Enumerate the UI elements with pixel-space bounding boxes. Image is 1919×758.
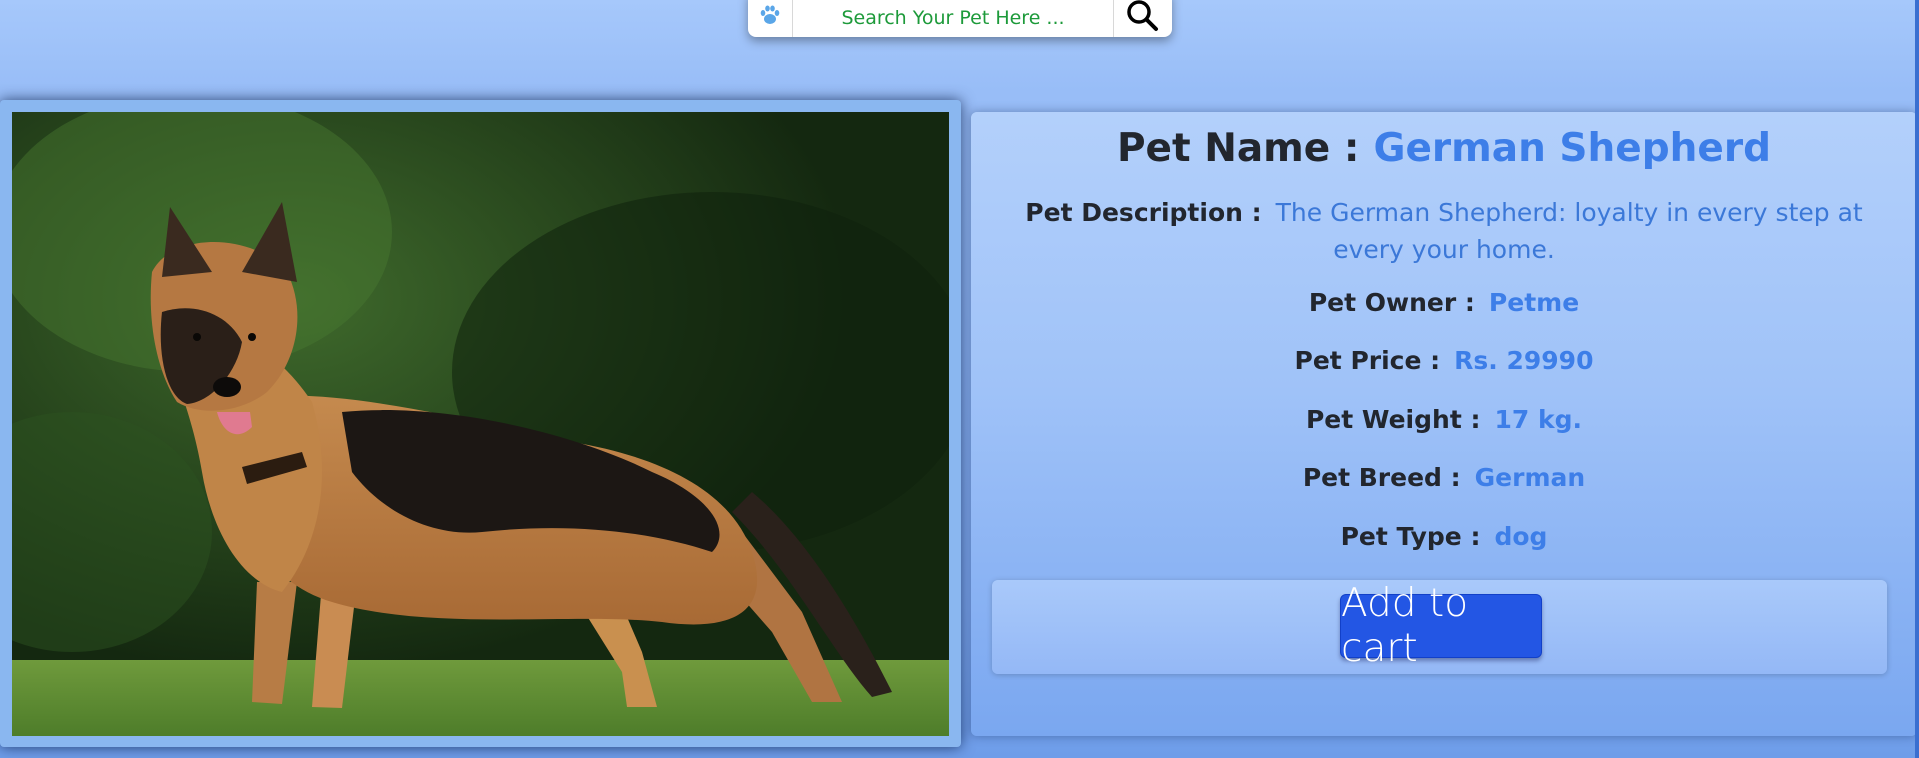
pet-name-value: German Shepherd <box>1373 126 1772 171</box>
pet-weight-label: Pet Weight : <box>1305 405 1481 434</box>
pet-breed-row: Pet Breed : German <box>971 463 1917 492</box>
search-input[interactable] <box>792 0 1114 37</box>
pet-breed-value: German <box>1474 463 1586 492</box>
pet-name-row: Pet Name : German Shepherd <box>971 126 1917 171</box>
pet-owner-row: Pet Owner : Petme <box>971 288 1917 317</box>
pet-owner-label: Pet Owner : <box>1308 288 1475 317</box>
pet-weight-value: 17 kg. <box>1494 405 1582 434</box>
pet-description-value: The German Shepherd: loyalty in every st… <box>1275 198 1863 264</box>
pet-price-row: Pet Price : Rs. 29990 <box>971 346 1917 375</box>
pet-breed-label: Pet Breed : <box>1302 463 1461 492</box>
cart-panel: Add to cart <box>992 580 1887 674</box>
pet-description-label: Pet Description : <box>1025 198 1262 227</box>
pet-type-row: Pet Type : dog <box>971 522 1917 551</box>
pet-owner-value: Petme <box>1488 288 1580 317</box>
search-icon <box>1127 0 1158 31</box>
paw-icon <box>748 0 792 37</box>
add-to-cart-button[interactable]: Add to cart <box>1340 581 1542 671</box>
pet-photo-card <box>0 100 961 747</box>
search-bar <box>748 0 1172 37</box>
pet-details-card: Pet Name : German Shepherd Pet Descriptio… <box>971 112 1917 736</box>
pet-photo <box>12 112 949 736</box>
pet-type-label: Pet Type : <box>1340 522 1481 551</box>
search-button[interactable] <box>1114 0 1170 37</box>
pet-price-value: Rs. 29990 <box>1454 346 1594 375</box>
pet-type-value: dog <box>1494 522 1548 551</box>
pet-price-label: Pet Price : <box>1294 346 1441 375</box>
pet-weight-row: Pet Weight : 17 kg. <box>971 405 1917 434</box>
pet-description-row: Pet Description : The German Shepherd: lo… <box>971 194 1917 268</box>
pet-name-label: Pet Name : <box>1116 126 1360 171</box>
scrollbar[interactable] <box>1915 0 1919 758</box>
